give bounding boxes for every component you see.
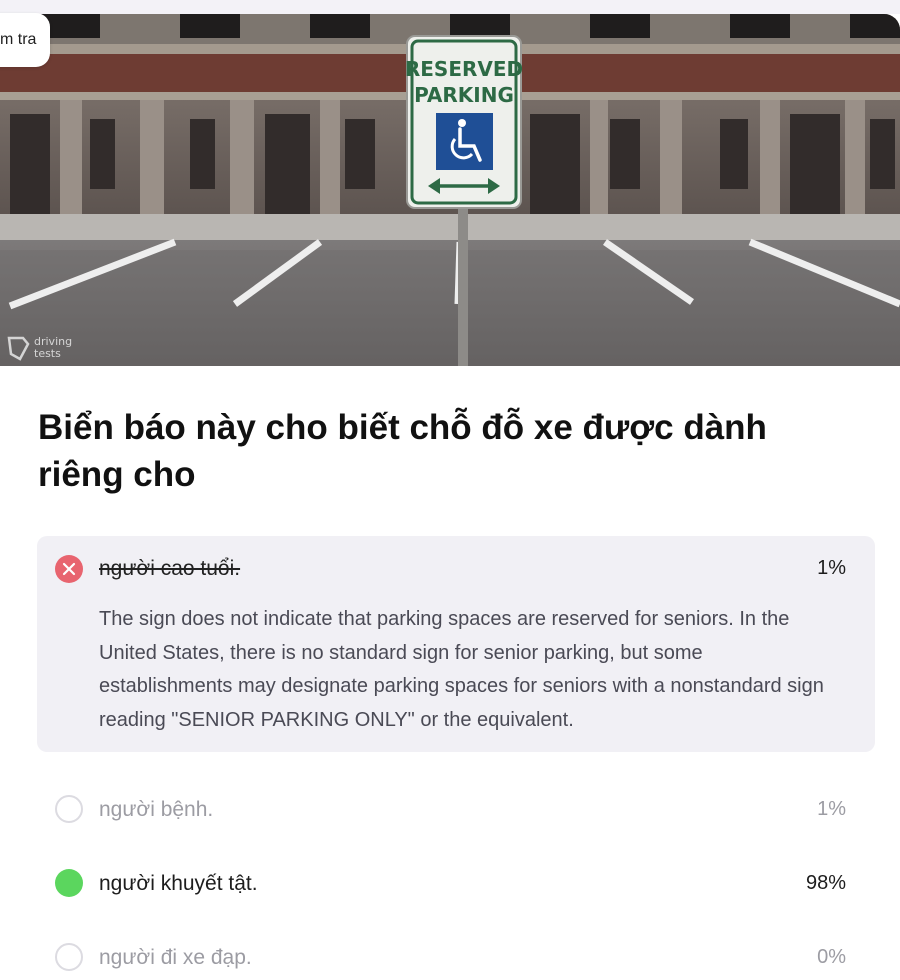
answer-option-2[interactable]: người bệnh. 1%	[37, 777, 875, 851]
question-image: RESERVED PARKING driving tests	[0, 14, 900, 366]
answer-list: người cao tuổi. 1% The sign does not ind…	[37, 536, 875, 980]
answer-option-3[interactable]: người khuyết tật. 98%	[37, 851, 875, 925]
answer-percent: 0%	[817, 946, 846, 968]
top-strip	[0, 0, 900, 14]
svg-text:tests: tests	[34, 347, 61, 360]
back-button-label: m tra	[0, 31, 37, 48]
answer-percent: 1%	[817, 798, 846, 820]
answer-label: người khuyết tật.	[99, 872, 258, 895]
answer-label: người cao tuổi.	[99, 557, 241, 580]
wrong-icon	[55, 555, 83, 583]
answer-option-1[interactable]: người cao tuổi. 1% The sign does not ind…	[37, 536, 875, 752]
answer-percent: 98%	[805, 872, 846, 894]
answer-label: người bệnh.	[99, 798, 214, 821]
question-title: Biển báo này cho biết chỗ đỗ xe được dàn…	[38, 408, 767, 494]
back-button[interactable]: m tra	[0, 13, 51, 67]
answer-option-4[interactable]: người đi xe đạp. 0%	[37, 925, 875, 980]
sign-text-line2: PARKING	[414, 83, 514, 107]
answer-percent: 1%	[817, 557, 846, 579]
correct-icon	[55, 869, 83, 897]
sign-text-line1: RESERVED	[405, 57, 523, 81]
answer-explanation: The sign does not indicate that parking …	[99, 608, 824, 731]
radio-empty-icon	[55, 795, 83, 823]
radio-empty-icon	[55, 943, 83, 971]
answer-label: người đi xe đạp.	[99, 946, 252, 969]
